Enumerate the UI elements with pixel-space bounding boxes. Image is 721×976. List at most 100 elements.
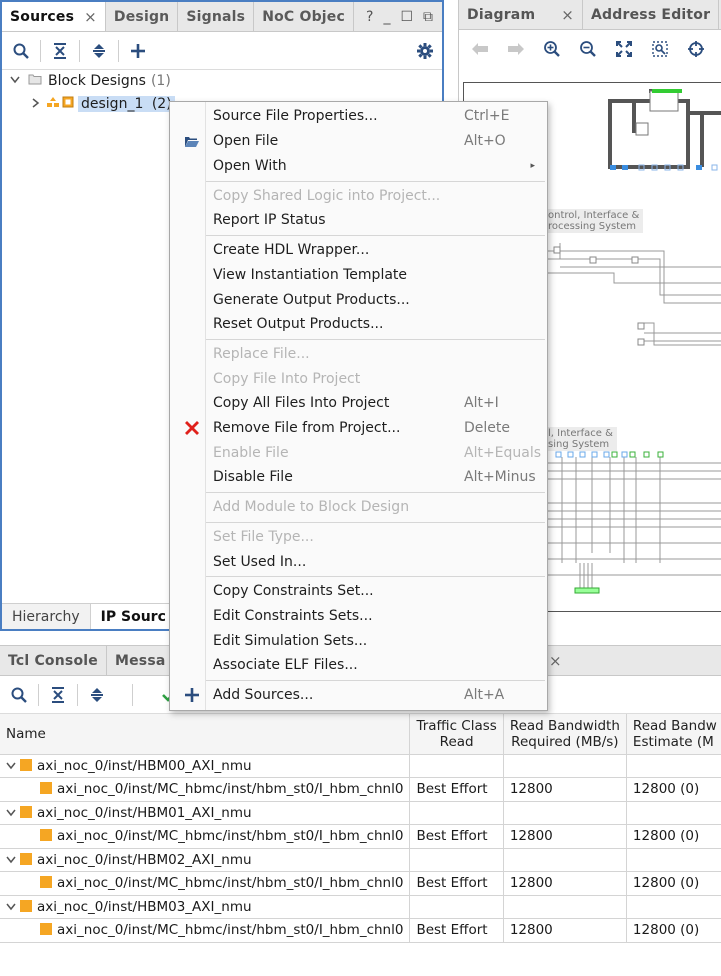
tab-ip-sources[interactable]: IP Sourc: [90, 604, 177, 629]
row-name: axi_noc_0/inst/MC_hbmc/inst/hbm_st0/I_hb…: [57, 922, 404, 939]
ip-icon: [62, 96, 74, 112]
tab-design[interactable]: Design: [106, 2, 179, 31]
menu-item-edit-constraints-sets[interactable]: Edit Constraints Sets...: [170, 604, 547, 629]
menu-item-set-used-in[interactable]: Set Used In...: [170, 550, 547, 575]
col-header-traffic-class[interactable]: Traffic Class Read: [409, 714, 504, 755]
search-icon[interactable]: [6, 36, 36, 66]
zoom-fit-icon[interactable]: [609, 34, 639, 64]
menu-item-generate-output-products[interactable]: Generate Output Products...: [170, 288, 547, 313]
zoom-out-icon[interactable]: [573, 34, 603, 64]
menu-item-copy-constraints-set[interactable]: Copy Constraints Set...: [170, 579, 547, 604]
table-row[interactable]: axi_noc_0/inst/MC_hbmc/inst/hbm_st0/I_hb…: [0, 777, 721, 802]
col-header-name-label: Name: [6, 725, 46, 742]
cell-read-bw-estimate: [626, 895, 721, 919]
row-name: axi_noc_0/inst/MC_hbmc/inst/hbm_st0/I_hb…: [57, 828, 404, 845]
cell-read-bw-required: 12800: [503, 871, 627, 896]
cell-read-bw-estimate: [626, 754, 721, 778]
table-row[interactable]: axi_noc_0/inst/MC_hbmc/inst/hbm_st0/I_hb…: [0, 824, 721, 849]
expand-all-icon[interactable]: [82, 680, 112, 710]
tab-messages[interactable]: Messa: [107, 646, 174, 675]
close-icon[interactable]: ×: [84, 8, 97, 26]
search-icon[interactable]: [4, 680, 34, 710]
menu-item-label: Disable File: [213, 469, 293, 486]
tree-design-1[interactable]: design_1 (2): [32, 93, 175, 115]
tab-sources[interactable]: Sources ×: [2, 2, 106, 31]
col-header-read-bw-required[interactable]: Read Bandwidth Required (MB/s): [503, 714, 627, 755]
col-header-name[interactable]: Name: [0, 714, 411, 755]
menu-item-associate-elf-files[interactable]: Associate ELF Files...: [170, 653, 547, 678]
cell-traffic-class: [409, 801, 504, 825]
row-name: axi_noc_0/inst/MC_hbmc/inst/hbm_st0/I_hb…: [57, 781, 404, 798]
help-icon[interactable]: ?: [366, 9, 373, 25]
close-icon[interactable]: ×: [561, 6, 574, 24]
menu-item-label: Add Module to Block Design: [213, 499, 410, 516]
menu-item-remove-file-from-project[interactable]: Remove File from Project... Delete: [170, 416, 547, 441]
menu-item-source-file-properties[interactable]: Source File Properties... Ctrl+E: [170, 104, 547, 129]
tab-diagram[interactable]: Diagram ×: [459, 0, 584, 29]
tab-address-editor[interactable]: Address Editor: [583, 0, 720, 29]
menu-item-edit-simulation-sets[interactable]: Edit Simulation Sets...: [170, 629, 547, 654]
chevron-down-icon[interactable]: [6, 807, 20, 820]
zoom-selection-icon[interactable]: [645, 34, 675, 64]
menu-item-add-sources[interactable]: Add Sources... Alt+A: [170, 683, 547, 708]
noc-node-icon: [40, 829, 52, 842]
table-row[interactable]: axi_noc_0/inst/HBM03_AXI_nmu: [0, 895, 721, 919]
menu-item-label: Set Used In...: [213, 554, 307, 571]
table-row[interactable]: axi_noc_0/inst/MC_hbmc/inst/hbm_st0/I_hb…: [0, 871, 721, 896]
collapse-all-icon[interactable]: [43, 680, 73, 710]
chevron-down-icon[interactable]: [6, 901, 20, 914]
col-header-required-line2: Required (MB/s): [511, 733, 619, 750]
block-design-icon: [46, 96, 60, 112]
tab-signals[interactable]: Signals: [178, 2, 255, 31]
table-row[interactable]: axi_noc_0/inst/MC_hbmc/inst/hbm_st0/I_hb…: [0, 918, 721, 943]
noc-node-icon: [40, 876, 52, 889]
menu-item-copy-all-files-into-project[interactable]: Copy All Files Into Project Alt+I: [170, 391, 547, 416]
tab-signals-label: Signals: [186, 8, 246, 25]
chevron-down-icon[interactable]: [6, 854, 20, 867]
table-row[interactable]: axi_noc_0/inst/HBM01_AXI_nmu: [0, 801, 721, 825]
cell-read-bw-estimate: 12800 (0): [626, 777, 721, 802]
tab-hierarchy[interactable]: Hierarchy: [2, 604, 91, 629]
menu-item-reset-output-products[interactable]: Reset Output Products...: [170, 312, 547, 337]
table-row[interactable]: axi_noc_0/inst/HBM00_AXI_nmu: [0, 754, 721, 778]
tab-noc-objects-label: NoC Objec: [262, 8, 345, 25]
tab-hierarchy-label: Hierarchy: [12, 608, 80, 625]
table-row[interactable]: axi_noc_0/inst/HBM02_AXI_nmu: [0, 848, 721, 872]
zoom-in-icon[interactable]: [537, 34, 567, 64]
menu-item-create-hdl-wrapper[interactable]: Create HDL Wrapper...: [170, 238, 547, 263]
gear-icon[interactable]: [410, 36, 440, 66]
expand-all-icon[interactable]: [84, 36, 114, 66]
submenu-arrow-icon: ▸: [530, 161, 535, 172]
close-icon[interactable]: ×: [549, 652, 562, 670]
menu-item-open-file[interactable]: Open File Alt+O: [170, 129, 547, 154]
collapse-all-icon[interactable]: [45, 36, 75, 66]
float-icon[interactable]: ⧉: [423, 9, 433, 25]
minimize-icon[interactable]: _: [383, 9, 390, 25]
tab-tcl-console[interactable]: Tcl Console: [0, 646, 107, 675]
tab-sources-label: Sources: [10, 8, 75, 25]
chevron-right-icon[interactable]: [32, 96, 46, 112]
menu-item-report-ip-status[interactable]: Report IP Status: [170, 208, 547, 233]
menu-item-copy-file-into-project: Copy File Into Project: [170, 367, 547, 392]
back-arrow-icon[interactable]: [465, 34, 495, 64]
menu-item-label: View Instantiation Template: [213, 267, 408, 284]
cell-traffic-class: [409, 848, 504, 872]
tree-block-designs[interactable]: Block Designs (1): [10, 70, 171, 92]
menu-item-view-instantiation-template[interactable]: View Instantiation Template: [170, 263, 547, 288]
add-sources-icon[interactable]: [123, 36, 153, 66]
cell-read-bw-required: [503, 848, 627, 872]
chevron-down-icon[interactable]: [10, 76, 26, 87]
cell-name: axi_noc_0/inst/HBM03_AXI_nmu: [0, 895, 411, 919]
tab-noc-objects[interactable]: NoC Objec: [254, 2, 354, 31]
menu-item-disable-file[interactable]: Disable File Alt+Minus: [170, 465, 547, 490]
col-header-read-bw-estimate[interactable]: Read Bandw Estimate (M: [626, 714, 721, 755]
crosshair-icon[interactable]: [681, 34, 711, 64]
forward-arrow-icon[interactable]: [501, 34, 531, 64]
design-1-label[interactable]: design_1 (2): [78, 96, 175, 112]
maximize-icon[interactable]: ☐: [400, 9, 413, 25]
block-designs-count: (1): [150, 73, 171, 89]
cell-name: axi_noc_0/inst/MC_hbmc/inst/hbm_st0/I_hb…: [0, 871, 411, 896]
diagram-label-cips-1: ontrol, Interface & rocessing System: [544, 209, 644, 233]
chevron-down-icon[interactable]: [6, 760, 20, 773]
menu-item-open-with[interactable]: Open With ▸: [170, 154, 547, 179]
